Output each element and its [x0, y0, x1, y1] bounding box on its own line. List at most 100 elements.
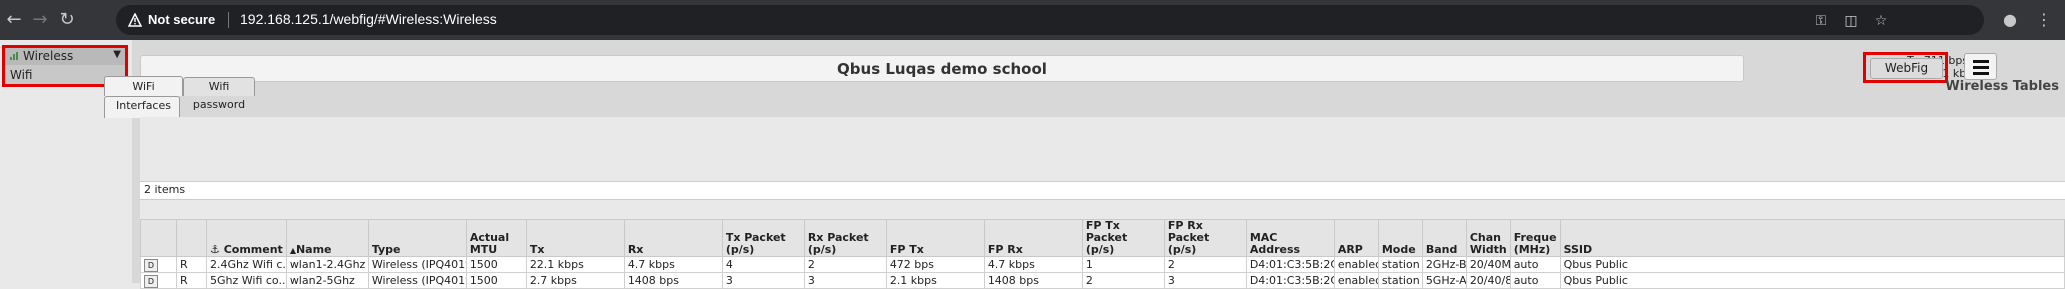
column-header[interactable]: ⚓ Comment: [206, 219, 287, 257]
column-header[interactable]: Chan Width: [1465, 219, 1511, 257]
table-cell: 3: [1163, 272, 1247, 289]
bookmark-star-icon[interactable]: ☆: [1872, 12, 1890, 30]
reload-icon[interactable]: ↻: [55, 8, 79, 32]
column-header[interactable]: Tx Packet (p/s): [721, 219, 805, 257]
column-header[interactable]: ARP: [1333, 219, 1379, 257]
webfig-highlight: WebFig: [1863, 52, 1948, 83]
item-count-bar: 2 items: [140, 181, 2065, 200]
divider: [228, 12, 229, 28]
column-header[interactable]: Type: [367, 219, 467, 257]
column-header-label: Band: [1425, 243, 1458, 256]
not-secure-label[interactable]: Not secure: [148, 12, 215, 27]
comment-icon: ⚓: [210, 243, 224, 256]
section-title: Wireless Tables: [1945, 79, 2059, 94]
disable-cell: D: [140, 256, 177, 273]
table-cell: auto: [1509, 272, 1561, 289]
column-header[interactable]: Rx Packet (p/s): [803, 219, 887, 257]
webfig-button[interactable]: WebFig: [1870, 58, 1943, 79]
table-cell: R: [176, 272, 207, 289]
table-cell: 20/40MHz: [1465, 256, 1511, 273]
table-cell: 22.1 kbps: [525, 256, 625, 273]
table-cell: Qbus Public: [1559, 272, 2065, 289]
column-header[interactable]: FP Rx: [983, 219, 1083, 257]
column-header-label: Rx Packet (p/s): [807, 231, 869, 256]
menu-section-wireless[interactable]: Wireless ▼: [5, 48, 125, 65]
column-header[interactable]: Rx: [623, 219, 723, 257]
column-header-label: Mode: [1381, 243, 1416, 256]
content-area: 2 items ⚓ Comment ▲Name Type Actual MTU Tx Rx…: [140, 117, 2065, 289]
tab-wifi-password[interactable]: Wifi password: [183, 77, 255, 111]
table-cell: Wireless (IPQ4019): [367, 256, 467, 273]
warning-icon: [128, 13, 142, 27]
column-header-label: FP Rx: [987, 243, 1023, 256]
column-header[interactable]: Actual MTU: [465, 219, 527, 257]
table-cell: 2.4Ghz Wifi c...: [206, 256, 287, 273]
title-bar: Qbus Luqas demo school: [140, 55, 1744, 82]
table-header-row: ⚓ Comment ▲Name Type Actual MTU Tx Rx Tx Packe…: [140, 219, 2065, 257]
disable-button[interactable]: D: [144, 274, 158, 288]
forward-arrow-icon[interactable]: →: [28, 8, 52, 32]
tab-wifi-interfaces-label[interactable]: WiFi Interfaces: [104, 76, 183, 112]
wireless-icon: [10, 52, 18, 60]
key-icon[interactable]: ⚿: [1812, 12, 1830, 30]
column-header[interactable]: SSID: [1559, 219, 2065, 257]
table-cell: 2: [1081, 272, 1165, 289]
table-cell: 1408 bps: [623, 272, 723, 289]
page-title: Qbus Luqas demo school: [837, 60, 1047, 78]
table-cell: 20/40/80: [1465, 272, 1511, 289]
column-header[interactable]: MAC Address: [1245, 219, 1335, 257]
table-cell: 5GHz-A/N: [1421, 272, 1467, 289]
table-cell: 4: [721, 256, 805, 273]
column-header-label: Rx: [627, 243, 644, 256]
translate-icon[interactable]: ◫: [1842, 12, 1860, 30]
table-cell: D4:01:C3:5B:2C:C5: [1245, 272, 1335, 289]
table-cell: 2.7 kbps: [525, 272, 625, 289]
back-arrow-icon[interactable]: ←: [2, 8, 26, 32]
table-cell: enabled: [1333, 256, 1379, 273]
table-cell: 3: [721, 272, 805, 289]
table-cell: 2: [803, 256, 887, 273]
menu-section-label: Wireless: [23, 49, 74, 63]
table-cell: 3: [803, 272, 887, 289]
column-header[interactable]: Band: [1421, 219, 1467, 257]
column-header: [140, 219, 177, 257]
table-row[interactable]: D R 2.4Ghz Wifi c... wlan1-2.4Ghz Wireless (…: [140, 256, 2065, 273]
column-header-label: ARP: [1337, 243, 1363, 256]
table-cell: station: [1377, 272, 1423, 289]
column-header-label: Name: [295, 243, 332, 256]
column-header: [176, 219, 207, 257]
column-header-label: Comment: [223, 243, 283, 256]
item-count: 2 items: [144, 183, 186, 196]
hamburger-menu-icon[interactable]: [1964, 53, 1997, 80]
column-header[interactable]: FP Tx: [885, 219, 985, 257]
column-header-label: MAC Address: [1249, 231, 1301, 256]
main-content: Qbus Luqas demo school Tx:711 bps Rx:94.…: [104, 40, 2065, 289]
profile-icon[interactable]: ●: [2000, 10, 2020, 30]
column-header[interactable]: Mode: [1377, 219, 1423, 257]
column-header[interactable]: FP Rx Packet (p/s): [1163, 219, 1247, 257]
table-cell: 4.7 kbps: [623, 256, 723, 273]
table-row[interactable]: D R 5Ghz Wifi co... wlan2-5Ghz Wireless (IPQ…: [140, 272, 2065, 289]
disable-cell: D: [140, 272, 177, 289]
table-cell: station: [1377, 256, 1423, 273]
column-header-label: Chan Width: [1469, 231, 1507, 256]
column-header[interactable]: Tx: [525, 219, 625, 257]
column-header-label: SSID: [1563, 243, 1593, 256]
address-bar[interactable]: Not secure 192.168.125.1/webfig/#Wireles…: [116, 5, 1984, 35]
column-header[interactable]: ▲Name: [285, 219, 369, 257]
table-cell: 1: [1081, 256, 1165, 273]
table-cell: 1500: [465, 256, 527, 273]
table-cell: 2.1 kbps: [885, 272, 985, 289]
table-cell: 472 bps: [885, 256, 985, 273]
table-cell: 2GHz-B/G: [1421, 256, 1467, 273]
more-menu-icon[interactable]: ⋮: [2034, 10, 2054, 30]
disable-button[interactable]: D: [144, 258, 158, 272]
url-text[interactable]: 192.168.125.1/webfig/#Wireless:Wireless: [240, 11, 497, 27]
column-header[interactable]: Freque (MHz): [1509, 219, 1561, 257]
column-header-label: FP Tx Packet (p/s): [1085, 219, 1128, 256]
table-cell: D4:01:C3:5B:2C:C4: [1245, 256, 1335, 273]
column-header-label: Tx: [529, 243, 545, 256]
triangle-down-icon[interactable]: ▼: [113, 49, 121, 60]
column-header[interactable]: FP Tx Packet (p/s): [1081, 219, 1165, 257]
table-cell: enabled: [1333, 272, 1379, 289]
